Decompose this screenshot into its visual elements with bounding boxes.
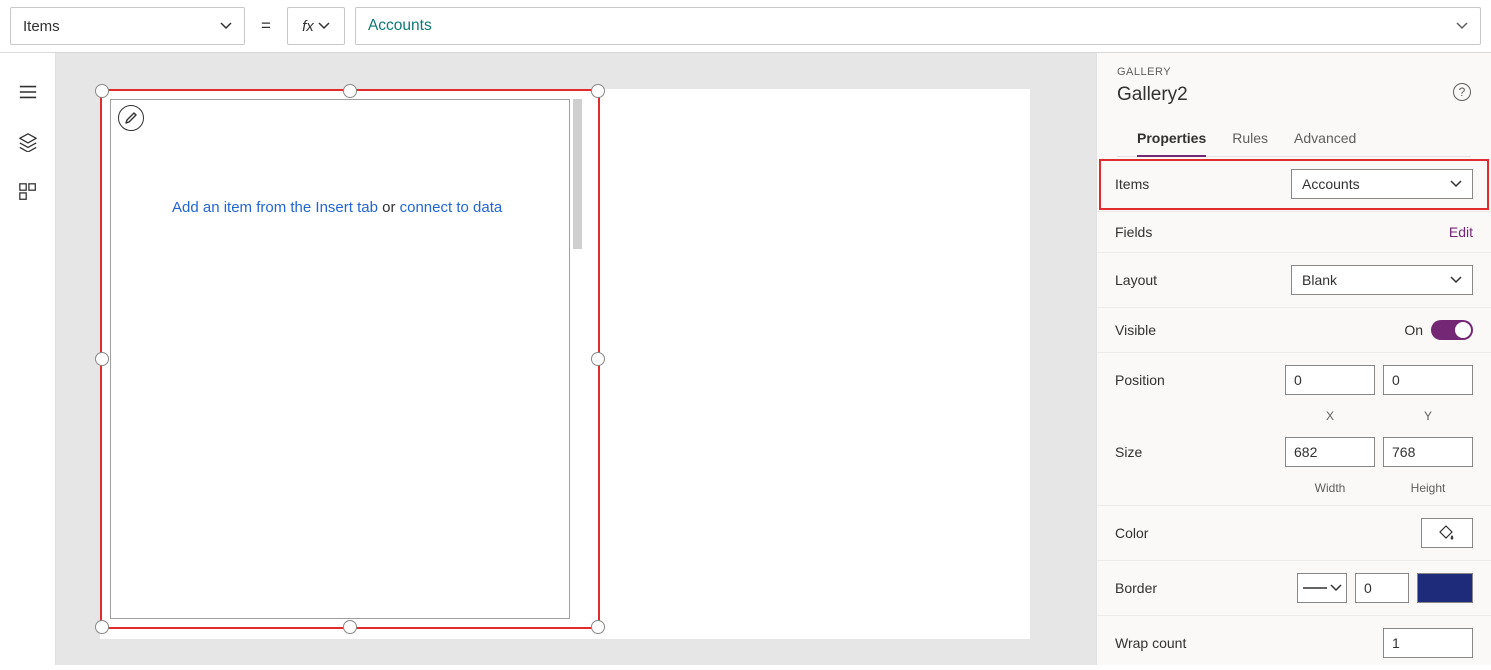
help-icon[interactable]: ? <box>1453 83 1471 101</box>
border-width-input[interactable]: 0 <box>1355 573 1409 603</box>
paint-bucket-icon <box>1439 525 1455 541</box>
resize-handle-nw[interactable] <box>95 84 109 98</box>
layout-value: Blank <box>1302 272 1337 288</box>
formula-bar: Items = fx Accounts <box>0 0 1491 53</box>
color-picker[interactable] <box>1421 518 1473 548</box>
resize-handle-ne[interactable] <box>591 84 605 98</box>
fields-property-row: Fields Edit <box>1097 212 1491 253</box>
size-property-row: Size 682 768 <box>1097 433 1491 479</box>
formula-input[interactable]: Accounts <box>355 7 1481 45</box>
resize-handle-s[interactable] <box>343 620 357 634</box>
resize-handle-w[interactable] <box>95 352 109 366</box>
gallery-hint: Add an item from the Insert tab or conne… <box>172 199 502 216</box>
visible-property-row: Visible On <box>1097 308 1491 353</box>
size-sub-labels: Width Height <box>1097 479 1491 506</box>
layers-icon[interactable] <box>17 131 39 153</box>
position-label: Position <box>1115 372 1165 388</box>
formula-text: Accounts <box>368 17 432 35</box>
fx-button[interactable]: fx <box>287 7 345 45</box>
visible-toggle[interactable]: On <box>1404 320 1473 340</box>
property-selector[interactable]: Items <box>10 7 245 45</box>
properties-panel: GALLERY Gallery2 ? Properties Rules Adva… <box>1096 53 1491 665</box>
wrap-count-input[interactable]: 1 <box>1383 628 1473 658</box>
resize-handle-se[interactable] <box>591 620 605 634</box>
visible-state: On <box>1404 322 1423 338</box>
items-value: Accounts <box>1302 176 1360 192</box>
wrap-count-row: Wrap count 1 <box>1097 616 1491 670</box>
fields-label: Fields <box>1115 224 1152 240</box>
chevron-down-icon <box>1450 274 1462 286</box>
tab-advanced[interactable]: Advanced <box>1294 122 1356 156</box>
border-label: Border <box>1115 580 1157 596</box>
panel-tabs: Properties Rules Advanced <box>1117 122 1471 157</box>
fx-label: fx <box>302 18 314 35</box>
control-type-label: GALLERY <box>1117 66 1471 78</box>
fields-edit-link[interactable]: Edit <box>1449 224 1473 240</box>
size-label: Size <box>1115 444 1142 460</box>
control-name: Gallery2 <box>1117 84 1471 106</box>
hamburger-icon[interactable] <box>17 81 39 103</box>
items-property-row: Items Accounts <box>1097 157 1491 212</box>
components-icon[interactable] <box>17 181 39 203</box>
size-width-input[interactable]: 682 <box>1285 437 1375 467</box>
property-selector-label: Items <box>23 18 60 35</box>
layout-label: Layout <box>1115 272 1157 288</box>
chevron-down-icon <box>220 20 232 32</box>
color-label: Color <box>1115 525 1148 541</box>
panel-header: GALLERY Gallery2 ? Properties Rules Adva… <box>1097 53 1491 157</box>
position-x-input[interactable]: 0 <box>1285 365 1375 395</box>
toggle-track <box>1431 320 1473 340</box>
position-y-input[interactable]: 0 <box>1383 365 1473 395</box>
size-height-input[interactable]: 768 <box>1383 437 1473 467</box>
color-property-row: Color <box>1097 506 1491 561</box>
size-height-label: Height <box>1383 481 1473 495</box>
resize-handle-e[interactable] <box>591 352 605 366</box>
gallery-body <box>110 99 570 619</box>
wrap-count-label: Wrap count <box>1115 635 1186 651</box>
chevron-down-icon <box>1330 582 1342 594</box>
pencil-icon <box>124 111 138 125</box>
items-dropdown[interactable]: Accounts <box>1291 169 1473 199</box>
position-sub-labels: X Y <box>1097 407 1491 433</box>
chevron-down-icon <box>318 20 330 32</box>
app-screen: Add an item from the Insert tab or conne… <box>100 89 1030 639</box>
layout-property-row: Layout Blank <box>1097 253 1491 308</box>
main-area: Add an item from the Insert tab or conne… <box>0 53 1491 665</box>
hint-mid: or <box>378 199 400 216</box>
tab-properties[interactable]: Properties <box>1137 122 1206 156</box>
edit-pencil-button[interactable] <box>118 105 144 131</box>
position-y-label: Y <box>1383 409 1473 423</box>
position-property-row: Position 0 0 <box>1097 353 1491 407</box>
border-property-row: Border 0 <box>1097 561 1491 616</box>
resize-handle-n[interactable] <box>343 84 357 98</box>
chevron-down-icon <box>1450 178 1462 190</box>
canvas-area[interactable]: Add an item from the Insert tab or conne… <box>56 53 1096 665</box>
tab-rules[interactable]: Rules <box>1232 122 1268 156</box>
scrollbar-thumb[interactable] <box>573 99 582 249</box>
border-style-picker[interactable] <box>1297 573 1347 603</box>
visible-label: Visible <box>1115 322 1156 338</box>
resize-handle-sw[interactable] <box>95 620 109 634</box>
items-label: Items <box>1115 176 1149 192</box>
selected-gallery-control[interactable]: Add an item from the Insert tab or conne… <box>100 89 600 629</box>
insert-hint-link[interactable]: Add an item from the Insert tab <box>172 199 378 216</box>
size-width-label: Width <box>1285 481 1375 495</box>
equals-label: = <box>255 16 277 36</box>
border-color-picker[interactable] <box>1417 573 1473 603</box>
connect-data-link[interactable]: connect to data <box>400 199 503 216</box>
layout-dropdown[interactable]: Blank <box>1291 265 1473 295</box>
position-x-label: X <box>1285 409 1375 423</box>
left-rail <box>0 53 56 665</box>
chevron-down-icon <box>1456 20 1468 32</box>
